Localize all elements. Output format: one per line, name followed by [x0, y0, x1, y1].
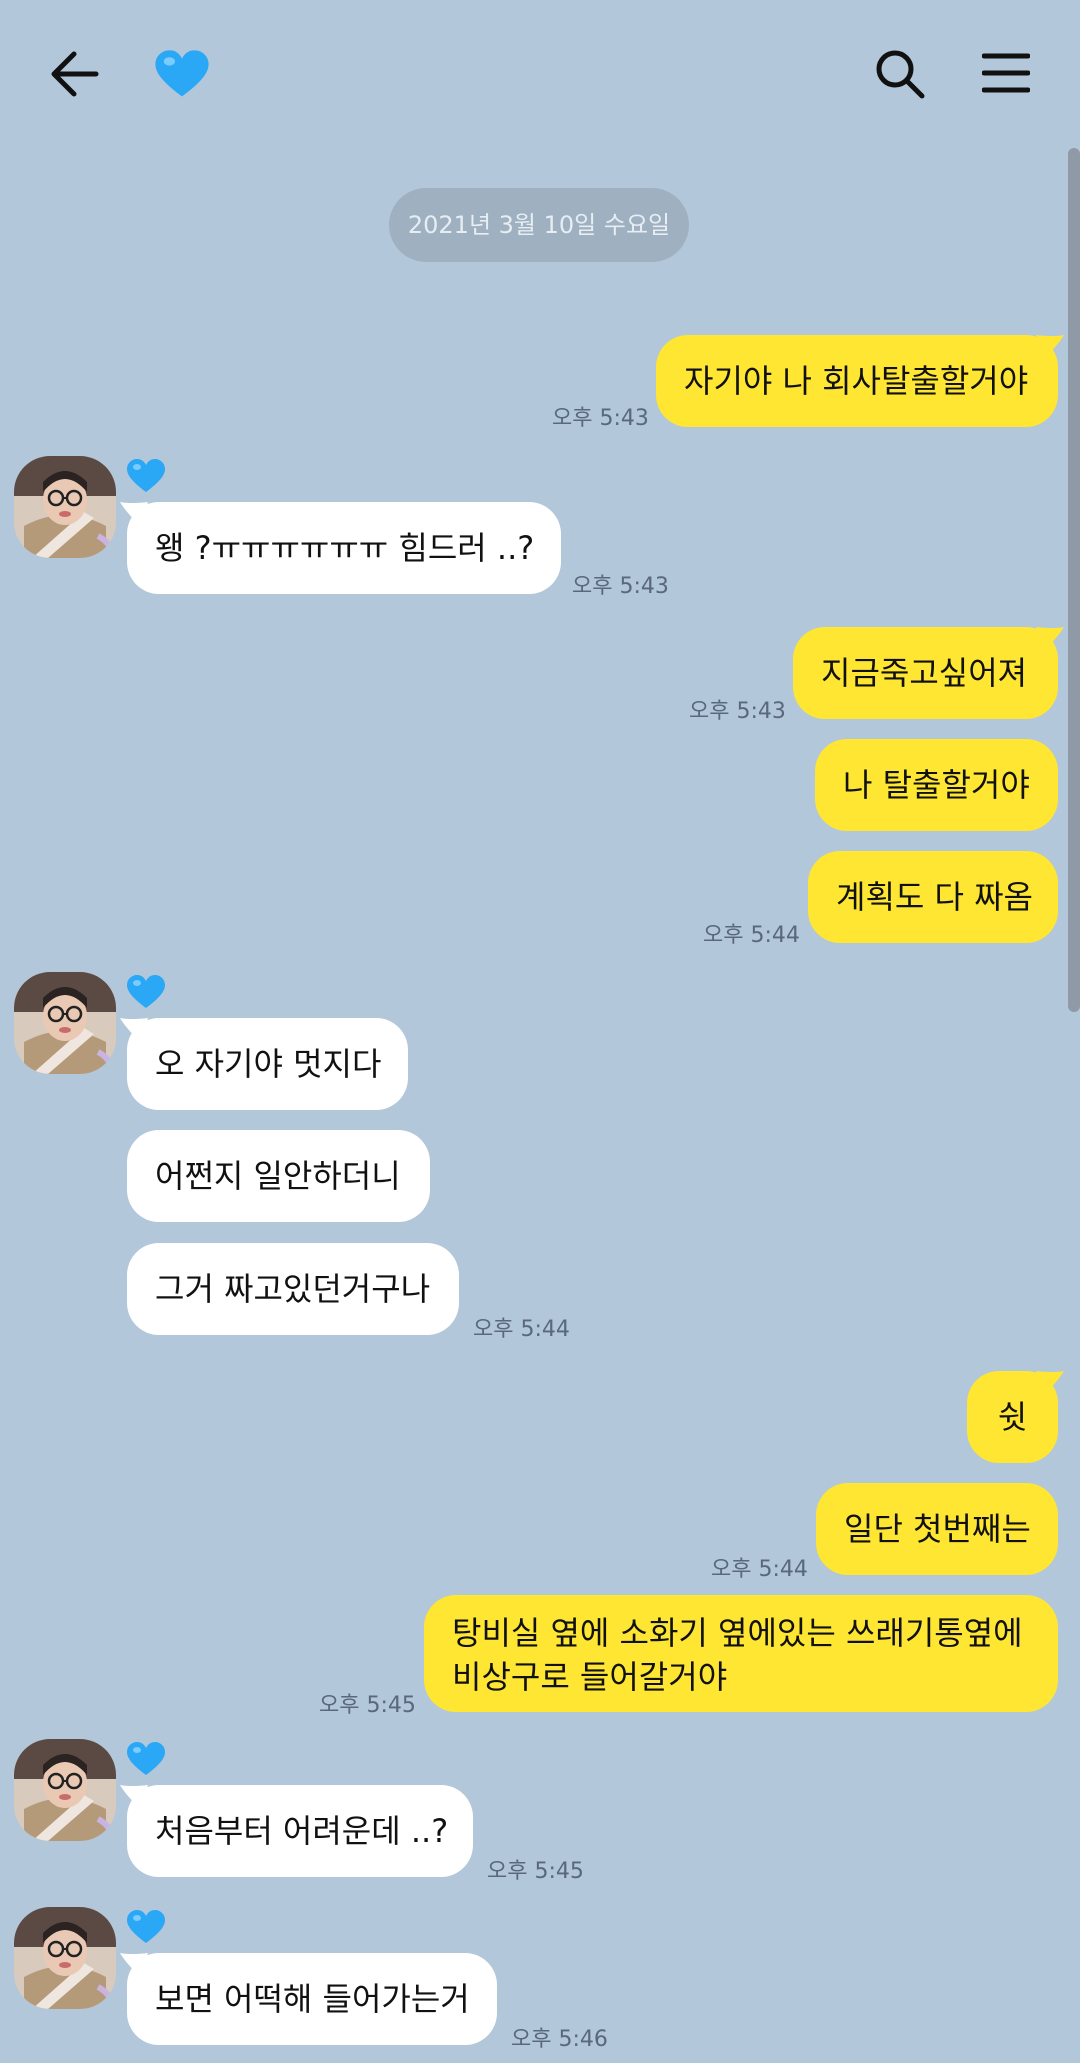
message-time: 오후 5:44 — [703, 923, 800, 948]
message-time: 오후 5:43 — [552, 406, 649, 431]
blue-heart-emoji — [154, 50, 210, 98]
search-icon[interactable] — [874, 48, 926, 100]
chat-header — [0, 0, 1080, 148]
scrollbar[interactable] — [1068, 148, 1080, 1012]
message-bubble-outgoing[interactable]: 탕비실 옆에 소화기 옆에있는 쓰래기통옆에 비상구로 들어갈거야 — [424, 1595, 1058, 1712]
bubble-tail — [120, 1953, 148, 1977]
message-bubble-incoming[interactable]: 어쩐지 일안하더니 — [127, 1130, 430, 1222]
bubble-tail — [120, 1785, 148, 1809]
bubble-tail — [120, 502, 148, 526]
sender-name-heart-icon — [126, 975, 166, 1009]
sender-name-heart-icon — [126, 1742, 166, 1776]
sender-name-heart-icon — [126, 1910, 166, 1944]
sender-name-heart-icon — [126, 459, 166, 493]
message-bubble-incoming[interactable]: 그거 짜고있던거구나 — [127, 1243, 459, 1335]
sender-avatar[interactable] — [14, 456, 116, 558]
message-time: 오후 5:43 — [572, 574, 669, 599]
message-time: 오후 5:45 — [487, 1859, 584, 1884]
date-divider: 2021년 3월 10일 수요일 — [389, 188, 689, 262]
message-bubble-outgoing[interactable]: 일단 첫번째는 — [816, 1483, 1058, 1575]
message-bubble-outgoing[interactable]: 자기야 나 회사탈출할거야 — [656, 335, 1058, 427]
message-bubble-incoming[interactable]: 처음부터 어려운데 ..? — [127, 1785, 473, 1877]
sender-avatar[interactable] — [14, 1739, 116, 1841]
message-time: 오후 5:43 — [689, 699, 786, 724]
message-time: 오후 5:46 — [511, 2027, 608, 2052]
message-bubble-outgoing[interactable]: 계획도 다 짜옴 — [808, 851, 1058, 943]
message-bubble-outgoing[interactable]: 지금죽고싶어져 — [793, 627, 1058, 719]
message-time: 오후 5:45 — [319, 1693, 416, 1718]
sender-avatar[interactable] — [14, 1907, 116, 2009]
message-bubble-outgoing[interactable]: 나 탈출할거야 — [815, 739, 1058, 831]
bubble-tail — [120, 1018, 148, 1042]
hamburger-menu-icon[interactable] — [982, 52, 1030, 94]
bubble-tail — [1036, 627, 1064, 651]
message-bubble-incoming[interactable]: 오 자기야 멋지다 — [127, 1018, 408, 1110]
message-time: 오후 5:44 — [711, 1557, 808, 1582]
bubble-tail — [1036, 335, 1064, 359]
sender-avatar[interactable] — [14, 972, 116, 1074]
bubble-tail — [1036, 1371, 1064, 1395]
message-time: 오후 5:44 — [473, 1317, 570, 1342]
message-bubble-incoming[interactable]: 보면 어떡해 들어가는거 — [127, 1953, 497, 2045]
message-bubble-incoming[interactable]: 왱 ?ㅠㅠㅠㅠㅠㅠ 힘드러 ..? — [127, 502, 561, 594]
arrow-left-icon[interactable] — [48, 50, 100, 98]
